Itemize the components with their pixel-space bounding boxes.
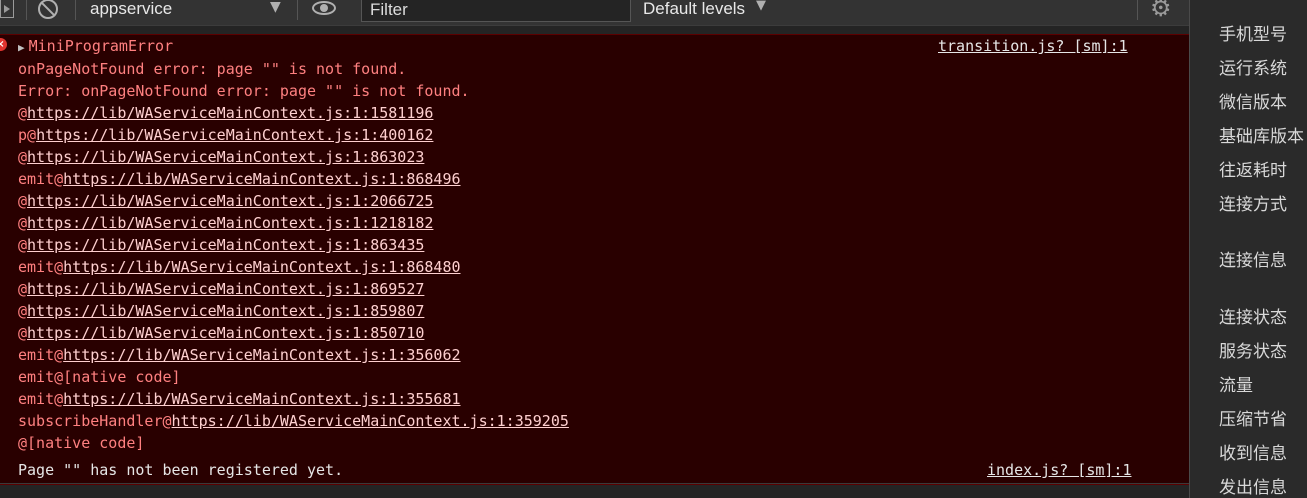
log-message[interactable] (0, 485, 1189, 498)
stack-frame-function: @ (18, 280, 28, 298)
stack-frame-function: onPageNotFound error: page "" is not fou… (18, 60, 407, 78)
stack-frame-link[interactable]: https://lib/WAServiceMainContext.js:1:86… (27, 280, 424, 298)
error-icon: × (0, 38, 7, 51)
info-label: 收到信息 (1219, 444, 1287, 464)
gear-icon[interactable]: ⚙ (1150, 0, 1172, 22)
error-message[interactable]: × ▶ MiniProgramError transition.js? [sm]:… (0, 34, 1189, 485)
stack-frame-function: emit@[native code] (18, 368, 181, 386)
stack-frame: subscribeHandler@https://lib/WAServiceMa… (18, 411, 569, 433)
stack-frame-function: @ (18, 324, 28, 342)
info-label: 手机型号 (1219, 25, 1287, 45)
log-text: Page "" has not been registered yet. (18, 461, 344, 479)
stack-frame-function: p@ (18, 126, 37, 144)
toolbar-divider (26, 0, 27, 20)
stack-frame-link[interactable]: https://lib/WAServiceMainContext.js:1:85… (27, 302, 424, 320)
stack-frame-function: emit@ (18, 258, 64, 276)
stack-frame-link[interactable]: https://lib/WAServiceMainContext.js:1:40… (36, 126, 433, 144)
stack-frame: @https://lib/WAServiceMainContext.js:1:1… (18, 103, 569, 125)
stack-frame: @https://lib/WAServiceMainContext.js:1:8… (18, 301, 569, 323)
info-label: 压缩节省 (1219, 410, 1287, 430)
stack-frame-function: @[native code] (18, 434, 145, 452)
stack-frame-function: @ (18, 192, 28, 210)
stack-frame-function: Error: onPageNotFound error: page "" is … (18, 82, 470, 100)
levels-dropdown[interactable]: Default levels (643, 0, 745, 21)
stack-frame: emit@https://lib/WAServiceMainContext.js… (18, 257, 569, 279)
toolbar-divider (1137, 0, 1138, 20)
stack-frame: @https://lib/WAServiceMainContext.js:1:8… (18, 235, 569, 257)
stack-frame: @[native code] (18, 433, 569, 455)
stack-frame-function: @ (18, 302, 28, 320)
stack-frame-link[interactable]: https://lib/WAServiceMainContext.js:1:86… (63, 258, 460, 276)
stack-frame: @https://lib/WAServiceMainContext.js:1:8… (18, 279, 569, 301)
info-label: 连接信息 (1219, 251, 1287, 271)
info-label: 往返耗时 (1219, 161, 1287, 181)
error-title: MiniProgramError (28, 37, 174, 55)
stack-frame-function: @ (18, 236, 28, 254)
stack-frame-link[interactable]: https://lib/WAServiceMainContext.js:1:15… (27, 104, 433, 122)
stack-frame-link[interactable]: https://lib/WAServiceMainContext.js:1:12… (27, 214, 433, 232)
stack-frame-function: emit@ (18, 170, 64, 188)
stack-frame: @https://lib/WAServiceMainContext.js:1:2… (18, 191, 569, 213)
stack-frame-link[interactable]: https://lib/WAServiceMainContext.js:1:35… (63, 346, 460, 364)
info-label: 服务状态 (1219, 342, 1287, 362)
info-label: 流量 (1219, 376, 1253, 396)
stack-frame: emit@https://lib/WAServiceMainContext.js… (18, 345, 569, 367)
stack-frame-function: subscribeHandler@ (18, 412, 172, 430)
stack-frame: p@https://lib/WAServiceMainContext.js:1:… (18, 125, 569, 147)
stack-frame: @https://lib/WAServiceMainContext.js:1:8… (18, 323, 569, 345)
stack-trace: onPageNotFound error: page "" is not fou… (18, 59, 569, 455)
expand-triangle-icon[interactable]: ▶ (18, 41, 25, 54)
eye-icon[interactable] (312, 1, 336, 15)
info-label: 发出信息 (1219, 478, 1287, 498)
stack-frame: emit@[native code] (18, 367, 569, 389)
toolbar-divider (297, 0, 298, 20)
stack-frame-link[interactable]: https://lib/WAServiceMainContext.js:1:85… (27, 324, 424, 342)
sidebar-toggle-icon[interactable] (0, 0, 14, 18)
stack-frame: emit@https://lib/WAServiceMainContext.js… (18, 389, 569, 411)
stack-frame-function: emit@ (18, 390, 64, 408)
info-label: 连接状态 (1219, 308, 1287, 328)
stack-frame-link[interactable]: https://lib/WAServiceMainContext.js:1:86… (63, 170, 460, 188)
filter-input[interactable] (361, 0, 631, 22)
clear-console-icon[interactable] (38, 0, 58, 19)
log-source-link[interactable]: index.js? [sm]:1 (987, 461, 1132, 479)
chevron-down-icon[interactable]: ▼ (756, 0, 766, 13)
console-toolbar: appservice ▼ Default levels ▼ ⚙ (0, 0, 1189, 26)
stack-frame: onPageNotFound error: page "" is not fou… (18, 59, 569, 81)
stack-frame-link[interactable]: https://lib/WAServiceMainContext.js:1:35… (172, 412, 569, 430)
stack-frame: emit@https://lib/WAServiceMainContext.js… (18, 169, 569, 191)
stack-frame-function: emit@ (18, 346, 64, 364)
info-label: 连接方式 (1219, 195, 1287, 215)
chevron-down-icon[interactable]: ▼ (270, 0, 281, 15)
stack-frame-link[interactable]: https://lib/WAServiceMainContext.js:1:35… (63, 390, 460, 408)
stack-frame-link[interactable]: https://lib/WAServiceMainContext.js:1:86… (27, 236, 424, 254)
log-message[interactable]: Page "" has not been registered yet. ind… (0, 459, 1189, 484)
info-label: 基础库版本 (1219, 127, 1304, 147)
info-label: 微信版本 (1219, 93, 1287, 113)
stack-frame-function: @ (18, 214, 28, 232)
info-label: 运行系统 (1219, 59, 1287, 79)
console-output: × ▶ MiniProgramError transition.js? [sm]:… (0, 27, 1189, 498)
error-header[interactable]: ▶ MiniProgramError (18, 37, 173, 55)
context-select[interactable]: appservice (90, 0, 290, 21)
error-source-link[interactable]: transition.js? [sm]:1 (938, 37, 1128, 55)
stack-frame-link[interactable]: https://lib/WAServiceMainContext.js:1:86… (27, 148, 424, 166)
toolbar-divider (75, 0, 76, 20)
stack-frame: Error: onPageNotFound error: page "" is … (18, 81, 569, 103)
stack-frame: @https://lib/WAServiceMainContext.js:1:1… (18, 213, 569, 235)
stack-frame-link[interactable]: https://lib/WAServiceMainContext.js:1:20… (27, 192, 433, 210)
stack-frame-function: @ (18, 148, 28, 166)
stack-frame: @https://lib/WAServiceMainContext.js:1:8… (18, 147, 569, 169)
network-info-panel: 手机型号运行系统微信版本基础库版本往返耗时连接方式连接信息连接状态服务状态流量压… (1190, 0, 1307, 498)
stack-frame-function: @ (18, 104, 28, 122)
